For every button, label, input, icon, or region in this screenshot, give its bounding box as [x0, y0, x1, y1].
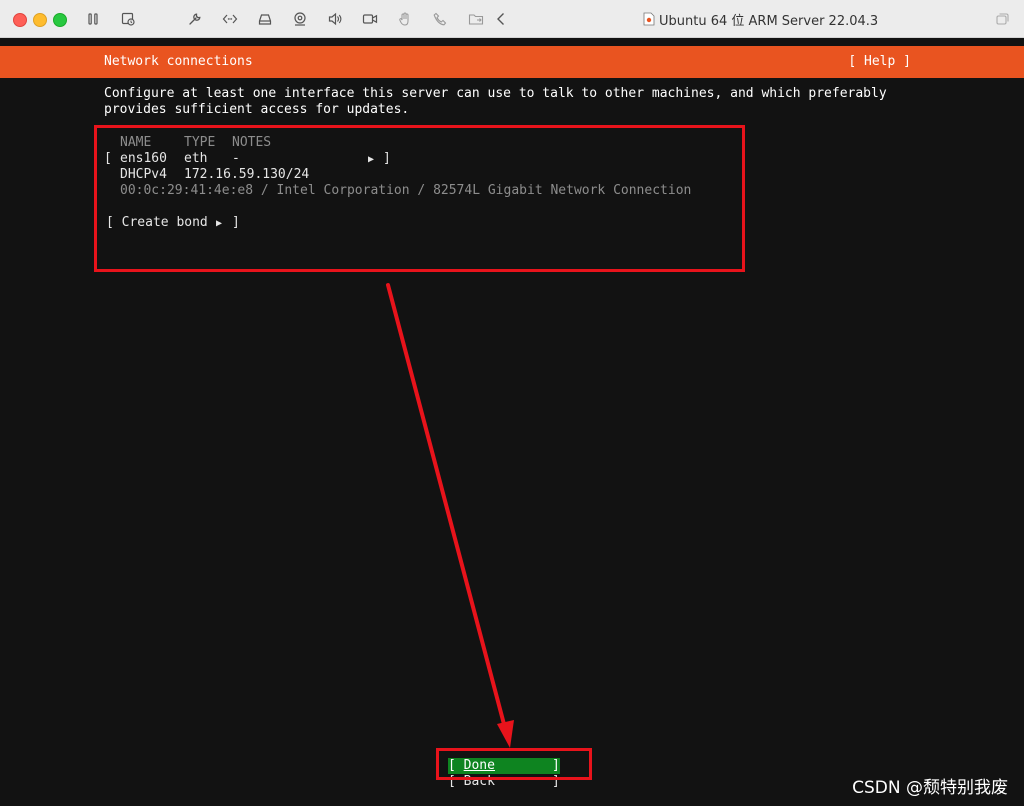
hand-icon[interactable]: [395, 9, 415, 29]
interface-name: ens160: [120, 151, 167, 166]
volume-icon[interactable]: [325, 9, 345, 29]
back-chevron-icon[interactable]: [491, 9, 511, 29]
interface-type: eth: [184, 151, 208, 166]
close-window-button[interactable]: [13, 13, 27, 27]
minimize-window-button[interactable]: [33, 13, 47, 27]
window-icon[interactable]: [992, 9, 1012, 29]
help-button[interactable]: [ Help ]: [848, 54, 911, 69]
pause-icon[interactable]: [83, 9, 103, 29]
window-title: Ubuntu 64 位 ARM Server 22.04.3: [643, 10, 879, 29]
column-header-name: NAME: [120, 135, 152, 150]
code-icon[interactable]: [220, 9, 240, 29]
done-label: Done: [463, 758, 495, 773]
done-open-bracket: [: [448, 758, 464, 773]
page-description: Configure at least one interface this se…: [104, 86, 887, 118]
create-bond-arrow-icon: ▶: [216, 218, 223, 229]
page-title: Network connections: [104, 54, 253, 69]
camera-device-icon[interactable]: [290, 9, 310, 29]
description-line-2: provides sufficient access for updates.: [104, 102, 410, 117]
back-label: Back: [463, 774, 495, 789]
dhcp-label: DHCPv4: [120, 167, 167, 182]
column-header-notes: NOTES: [232, 135, 272, 150]
done-close-bracket: ]: [552, 758, 560, 773]
csdn-watermark: CSDN @颓特别我废: [852, 778, 1008, 798]
done-button[interactable]: [ Done]: [448, 758, 560, 774]
back-button[interactable]: [ Back]: [448, 774, 560, 790]
back-close-bracket: ]: [552, 774, 560, 789]
video-icon[interactable]: [360, 9, 380, 29]
window-titlebar: Ubuntu 64 位 ARM Server 22.04.3: [0, 0, 1024, 38]
interface-open-bracket: [: [104, 151, 112, 166]
column-header-type: TYPE: [184, 135, 216, 150]
create-bond-label: [ Create bond: [106, 215, 208, 230]
installer-header: Network connections [ Help ]: [0, 46, 1024, 78]
create-bond-close-bracket: ]: [232, 215, 240, 230]
snapshot-icon[interactable]: [118, 9, 138, 29]
phone-icon[interactable]: [430, 9, 450, 29]
document-icon: [643, 12, 655, 26]
vm-screen[interactable]: Network connections [ Help ] Configure a…: [0, 38, 1024, 806]
disk-icon[interactable]: [255, 9, 275, 29]
back-open-bracket: [: [448, 774, 464, 789]
description-line-1: Configure at least one interface this se…: [104, 86, 887, 101]
wrench-icon[interactable]: [185, 9, 205, 29]
folder-icon[interactable]: [466, 9, 486, 29]
interface-expand-arrow-icon[interactable]: ▶: [368, 152, 374, 168]
dhcp-address: 172.16.59.130/24: [184, 167, 310, 182]
zoom-window-button[interactable]: [53, 13, 67, 27]
window-title-text: Ubuntu 64 位 ARM Server 22.04.3: [659, 13, 879, 29]
interface-close-bracket: ]: [383, 151, 391, 166]
interface-notes: -: [232, 151, 240, 166]
hardware-info: 00:0c:29:41:4e:e8 / Intel Corporation / …: [120, 183, 692, 198]
